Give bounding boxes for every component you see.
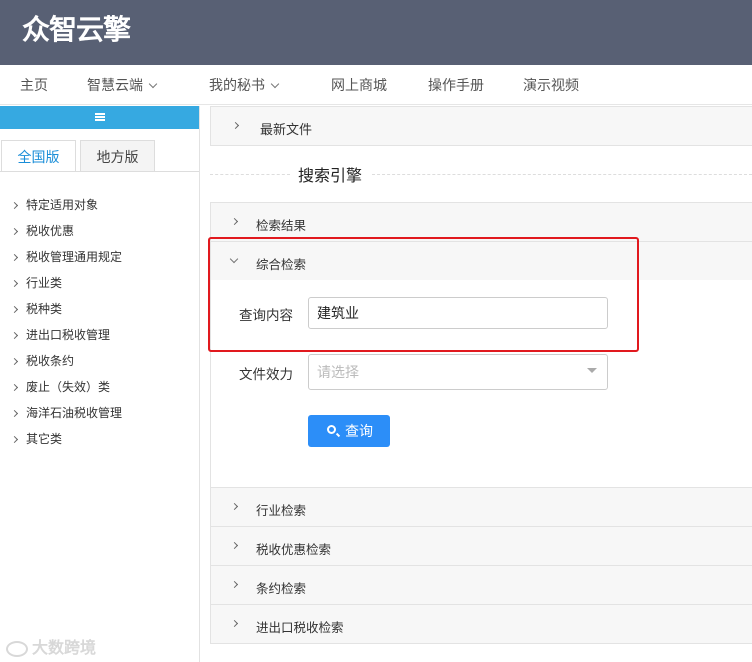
sidebar-item-tax-types[interactable]: 税种类	[10, 296, 122, 322]
chevron-right-icon	[10, 305, 19, 314]
nav-item-label: 网上商城	[331, 77, 387, 93]
chevron-right-icon	[230, 541, 239, 550]
sidebar-item-industry[interactable]: 行业类	[10, 270, 122, 296]
sidebar-item-label: 其它类	[26, 432, 63, 446]
watermark-text: 大数跨境	[32, 640, 97, 657]
chevron-down-icon	[229, 254, 239, 264]
sidebar-item-label: 特定适用对象	[26, 198, 99, 212]
chevron-right-icon	[10, 409, 19, 418]
chevron-right-icon	[10, 331, 19, 340]
effect-select[interactable]: 请选择	[308, 354, 608, 390]
chevron-right-icon	[10, 279, 19, 288]
chevron-right-icon	[230, 619, 239, 628]
effect-label: 文件效力	[239, 367, 293, 382]
app-header: 众智云擎	[0, 0, 752, 65]
nav-item-label: 我的秘书	[209, 77, 265, 93]
chevron-down-icon	[270, 79, 280, 89]
query-button[interactable]: 查询	[308, 415, 390, 447]
chevron-right-icon	[10, 435, 19, 444]
chevron-right-icon	[10, 227, 19, 236]
sidebar-item-label: 税收管理通用规定	[26, 250, 123, 264]
nav-item-home[interactable]: 主页	[20, 65, 48, 105]
sidebar-item-label: 税收条约	[26, 354, 75, 368]
nav-item-smart-cloud[interactable]: 智慧云端	[87, 65, 158, 105]
section-title: 进出口税收检索	[256, 621, 344, 635]
sidebar-item-label: 进出口税收管理	[26, 328, 111, 342]
sidebar-item-label: 税收优惠	[26, 224, 75, 238]
nav-item-my-secretary[interactable]: 我的秘书	[209, 65, 280, 105]
chevron-right-icon	[230, 217, 239, 226]
nav-item-label: 操作手册	[428, 77, 484, 93]
nav-item-label: 智慧云端	[87, 77, 143, 93]
top-nav: 主页 智慧云端 我的秘书 网上商城 操作手册 演示视频	[0, 65, 752, 105]
sidebar-item-offshore-oil[interactable]: 海洋石油税收管理	[10, 400, 123, 426]
chevron-right-icon	[10, 383, 19, 392]
chevron-right-icon	[231, 121, 240, 130]
query-label: 查询内容	[239, 308, 293, 323]
section-title: 行业检索	[256, 504, 307, 518]
nav-item-online-store[interactable]: 网上商城	[331, 65, 387, 105]
chevron-right-icon	[10, 253, 19, 262]
nav-item-demo-video[interactable]: 演示视频	[523, 65, 579, 105]
nav-item-label: 演示视频	[523, 77, 579, 93]
sidebar-item-import-export[interactable]: 进出口税收管理	[10, 322, 122, 348]
search-engine-title: 搜索引擎	[298, 168, 363, 185]
section-latest-files[interactable]: 最新文件	[210, 106, 752, 146]
section-title: 税收优惠检索	[256, 543, 332, 557]
watermark-logo-icon	[6, 640, 28, 657]
divider	[372, 174, 752, 175]
section-search-results[interactable]: 检索结果	[210, 202, 752, 242]
tab-divider	[0, 171, 199, 172]
sidebar: 全国版 地方版 特定适用对象 税收优惠 税收管理通用规定 行业类 税种类 进出口…	[0, 106, 200, 662]
chevron-right-icon	[10, 201, 19, 210]
sidebar-item-label: 海洋石油税收管理	[26, 406, 123, 420]
sidebar-item-repealed[interactable]: 废止（失效）类	[10, 374, 122, 400]
chevron-right-icon	[230, 580, 239, 589]
section-industry-search[interactable]: 行业检索	[210, 487, 752, 527]
search-icon	[327, 425, 336, 434]
sidebar-item-label: 税种类	[26, 302, 63, 316]
sidebar-item-treaties[interactable]: 税收条约	[10, 348, 122, 374]
query-value: 建筑业	[317, 305, 359, 321]
section-treaty-search[interactable]: 条约检索	[210, 565, 752, 605]
section-title: 最新文件	[260, 122, 313, 137]
category-list: 特定适用对象 税收优惠 税收管理通用规定 行业类 税种类 进出口税收管理 税收条…	[10, 192, 123, 452]
logo[interactable]: 众智云擎	[22, 8, 131, 48]
tab-national[interactable]: 全国版	[1, 140, 76, 172]
nav-item-manual[interactable]: 操作手册	[428, 65, 484, 105]
section-title: 检索结果	[256, 219, 307, 233]
sidebar-item-label: 废止（失效）类	[26, 380, 111, 394]
combined-search-panel: 查询内容 建筑业 文件效力 请选择 查询	[210, 280, 752, 488]
tab-local[interactable]: 地方版	[80, 140, 155, 172]
query-input[interactable]: 建筑业	[308, 297, 608, 329]
section-import-export-search[interactable]: 进出口税收检索	[210, 604, 752, 644]
chevron-right-icon	[230, 502, 239, 511]
chevron-right-icon	[10, 357, 19, 366]
section-tax-incentive-search[interactable]: 税收优惠检索	[210, 526, 752, 566]
select-placeholder: 请选择	[317, 364, 359, 380]
sidebar-item-general-rules[interactable]: 税收管理通用规定	[10, 244, 123, 270]
section-title: 条约检索	[256, 582, 307, 596]
chevron-down-icon	[148, 79, 158, 89]
section-title: 综合检索	[256, 258, 307, 272]
sidebar-item-label: 行业类	[26, 276, 63, 290]
section-combined-search[interactable]: 综合检索	[210, 241, 752, 281]
sidebar-menu-toggle[interactable]	[0, 106, 199, 129]
nav-item-label: 主页	[20, 77, 48, 93]
sidebar-item-tax-incentives[interactable]: 税收优惠	[10, 218, 122, 244]
caret-down-icon	[587, 368, 597, 373]
hamburger-icon	[95, 113, 105, 121]
button-label: 查询	[345, 423, 373, 439]
sidebar-item-specific-objects[interactable]: 特定适用对象	[10, 192, 122, 218]
divider	[210, 174, 290, 175]
watermark: 大数跨境	[6, 634, 96, 658]
sidebar-item-other[interactable]: 其它类	[10, 426, 122, 452]
